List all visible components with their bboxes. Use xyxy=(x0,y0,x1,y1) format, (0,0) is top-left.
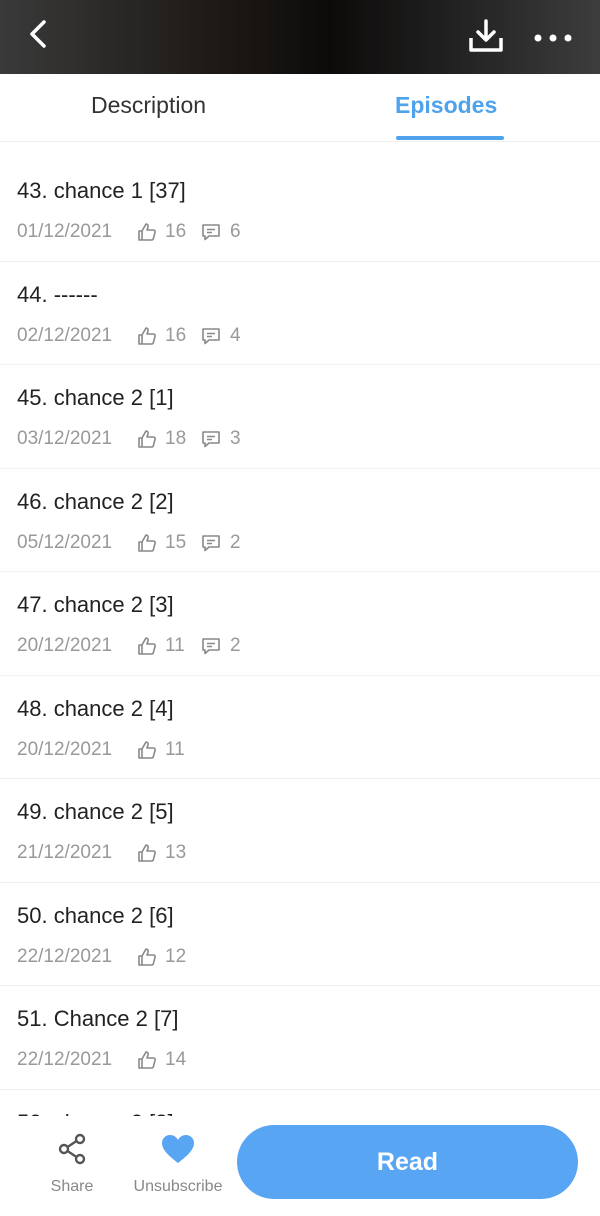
thumbs-up-icon xyxy=(138,844,156,862)
tab-bar: Description Episodes xyxy=(0,74,600,142)
more-dots-icon xyxy=(534,34,572,42)
like-count: 11 xyxy=(165,635,185,656)
episode-date: 02/12/2021 xyxy=(17,324,113,346)
episode-title: 46. chance 2 [2] xyxy=(17,488,174,514)
download-icon xyxy=(469,19,503,52)
episode-date: 05/12/2021 xyxy=(17,531,113,553)
episode-meta: 05/12/2021 15 2 xyxy=(17,531,241,555)
comment-icon xyxy=(202,224,220,241)
top-bar xyxy=(0,0,600,74)
episode-title: 50. chance 2 [6] xyxy=(17,902,174,928)
episode-date: 22/12/2021 xyxy=(17,1049,113,1070)
episode-row[interactable]: 47. chance 2 [3] 20/12/2021 11 2 xyxy=(0,572,600,676)
episode-meta: 21/12/2021 13 xyxy=(17,841,201,865)
episode-title: 51. Chance 2 [7] xyxy=(17,1006,179,1031)
comment-icon xyxy=(202,638,220,655)
like-count: 14 xyxy=(165,1049,187,1070)
thumbs-up-icon xyxy=(137,222,157,242)
like-count: 15 xyxy=(165,531,187,553)
episode-list[interactable]: 43. chance 1 [37] 01/12/2021 16 6 44. ------… xyxy=(0,158,600,1116)
comment-icon xyxy=(201,222,221,242)
episode-title: 48. chance 2 [4] xyxy=(17,695,174,721)
comment-icon xyxy=(201,533,221,553)
download-button[interactable] xyxy=(466,16,506,56)
episode-date: 20/12/2021 xyxy=(17,635,113,656)
thumbs-up-icon xyxy=(137,843,157,863)
thumbs-up-icon xyxy=(137,1050,157,1070)
like-count: 12 xyxy=(165,945,187,967)
comment-icon xyxy=(202,431,220,448)
share-icon xyxy=(58,1133,86,1165)
episode-title: 43. chance 1 [37] xyxy=(17,178,186,203)
chevron-left-icon xyxy=(30,20,46,48)
thumbs-up-icon xyxy=(138,740,156,759)
share-button[interactable]: Share xyxy=(40,1132,104,1196)
episode-date: 21/12/2021 xyxy=(17,842,113,863)
episode-row[interactable]: 52. chance 2 [8] xyxy=(0,1090,600,1117)
episode-date: 01/12/2021 xyxy=(17,221,113,242)
comment-count: 3 xyxy=(230,428,241,449)
like-count: 13 xyxy=(165,842,187,863)
more-options-button[interactable] xyxy=(530,20,576,56)
tab-description[interactable]: Description xyxy=(91,92,206,119)
read-button[interactable]: Read xyxy=(237,1125,578,1199)
comment-count: 2 xyxy=(230,635,241,656)
thumbs-up-icon xyxy=(138,430,156,448)
episode-title: 45. chance 2 [1] xyxy=(17,385,174,410)
episode-meta: 02/12/2021 16 4 xyxy=(17,324,241,348)
comment-icon xyxy=(201,326,221,346)
active-tab-indicator xyxy=(396,136,504,140)
share-label: Share xyxy=(50,1178,94,1195)
episode-row[interactable]: 44. ------ 02/12/2021 16 4 xyxy=(0,262,600,365)
thumbs-up-icon xyxy=(137,326,157,346)
like-count: 16 xyxy=(165,221,187,242)
thumbs-up-icon xyxy=(137,429,157,449)
comment-count: 2 xyxy=(230,531,241,553)
episode-date: 20/12/2021 xyxy=(17,738,113,760)
episode-title: 49. chance 2 [5] xyxy=(17,799,174,824)
thumbs-up-icon xyxy=(137,740,157,760)
comment-icon xyxy=(202,534,220,551)
thumbs-up-icon xyxy=(138,223,156,241)
episode-meta: 03/12/2021 18 3 xyxy=(17,427,241,451)
episode-meta: 20/12/2021 11 2 xyxy=(17,634,241,658)
unsubscribe-button[interactable]: Unsubscribe xyxy=(130,1132,226,1196)
thumbs-up-icon xyxy=(137,947,157,967)
episode-meta: 22/12/2021 14 xyxy=(17,1048,201,1072)
thumbs-up-icon xyxy=(138,947,156,966)
episode-row[interactable]: 50. chance 2 [6] 22/12/2021 12 xyxy=(0,883,600,986)
thumbs-up-icon xyxy=(138,533,156,552)
tab-episodes[interactable]: Episodes xyxy=(395,92,497,119)
episode-date: 22/12/2021 xyxy=(17,945,113,967)
heart-icon xyxy=(162,1135,194,1163)
episode-date: 03/12/2021 xyxy=(17,428,113,449)
comment-count: 4 xyxy=(230,324,241,346)
back-button[interactable] xyxy=(20,16,56,52)
thumbs-up-icon xyxy=(137,533,157,553)
bottom-action-bar: Share Unsubscribe Read xyxy=(0,1116,600,1216)
unsubscribe-label: Unsubscribe xyxy=(133,1178,223,1195)
thumbs-up-icon xyxy=(138,326,156,345)
thumbs-up-icon xyxy=(138,1051,156,1069)
episode-meta: 22/12/2021 12 xyxy=(17,945,201,969)
like-count: 16 xyxy=(165,324,187,346)
episode-row[interactable]: 51. Chance 2 [7] 22/12/2021 14 xyxy=(0,986,600,1090)
episode-meta: 01/12/2021 16 6 xyxy=(17,220,241,244)
thumbs-up-icon xyxy=(138,637,156,655)
episode-row[interactable]: 48. chance 2 [4] 20/12/2021 11 xyxy=(0,676,600,779)
episode-row[interactable]: 49. chance 2 [5] 21/12/2021 13 xyxy=(0,779,600,883)
comment-icon xyxy=(201,429,221,449)
episode-meta: 20/12/2021 11 xyxy=(17,738,201,762)
episode-row[interactable]: 45. chance 2 [1] 03/12/2021 18 3 xyxy=(0,365,600,469)
episode-title: 44. ------ xyxy=(17,281,98,307)
like-count: 11 xyxy=(165,738,185,760)
thumbs-up-icon xyxy=(137,636,157,656)
episode-row[interactable]: 46. chance 2 [2] 05/12/2021 15 2 xyxy=(0,469,600,572)
comment-icon xyxy=(201,636,221,656)
comment-count: 6 xyxy=(230,221,241,242)
like-count: 18 xyxy=(165,428,187,449)
episode-title: 47. chance 2 [3] xyxy=(17,592,174,617)
comment-icon xyxy=(202,327,220,344)
episode-row[interactable]: 43. chance 1 [37] 01/12/2021 16 6 xyxy=(0,158,600,262)
